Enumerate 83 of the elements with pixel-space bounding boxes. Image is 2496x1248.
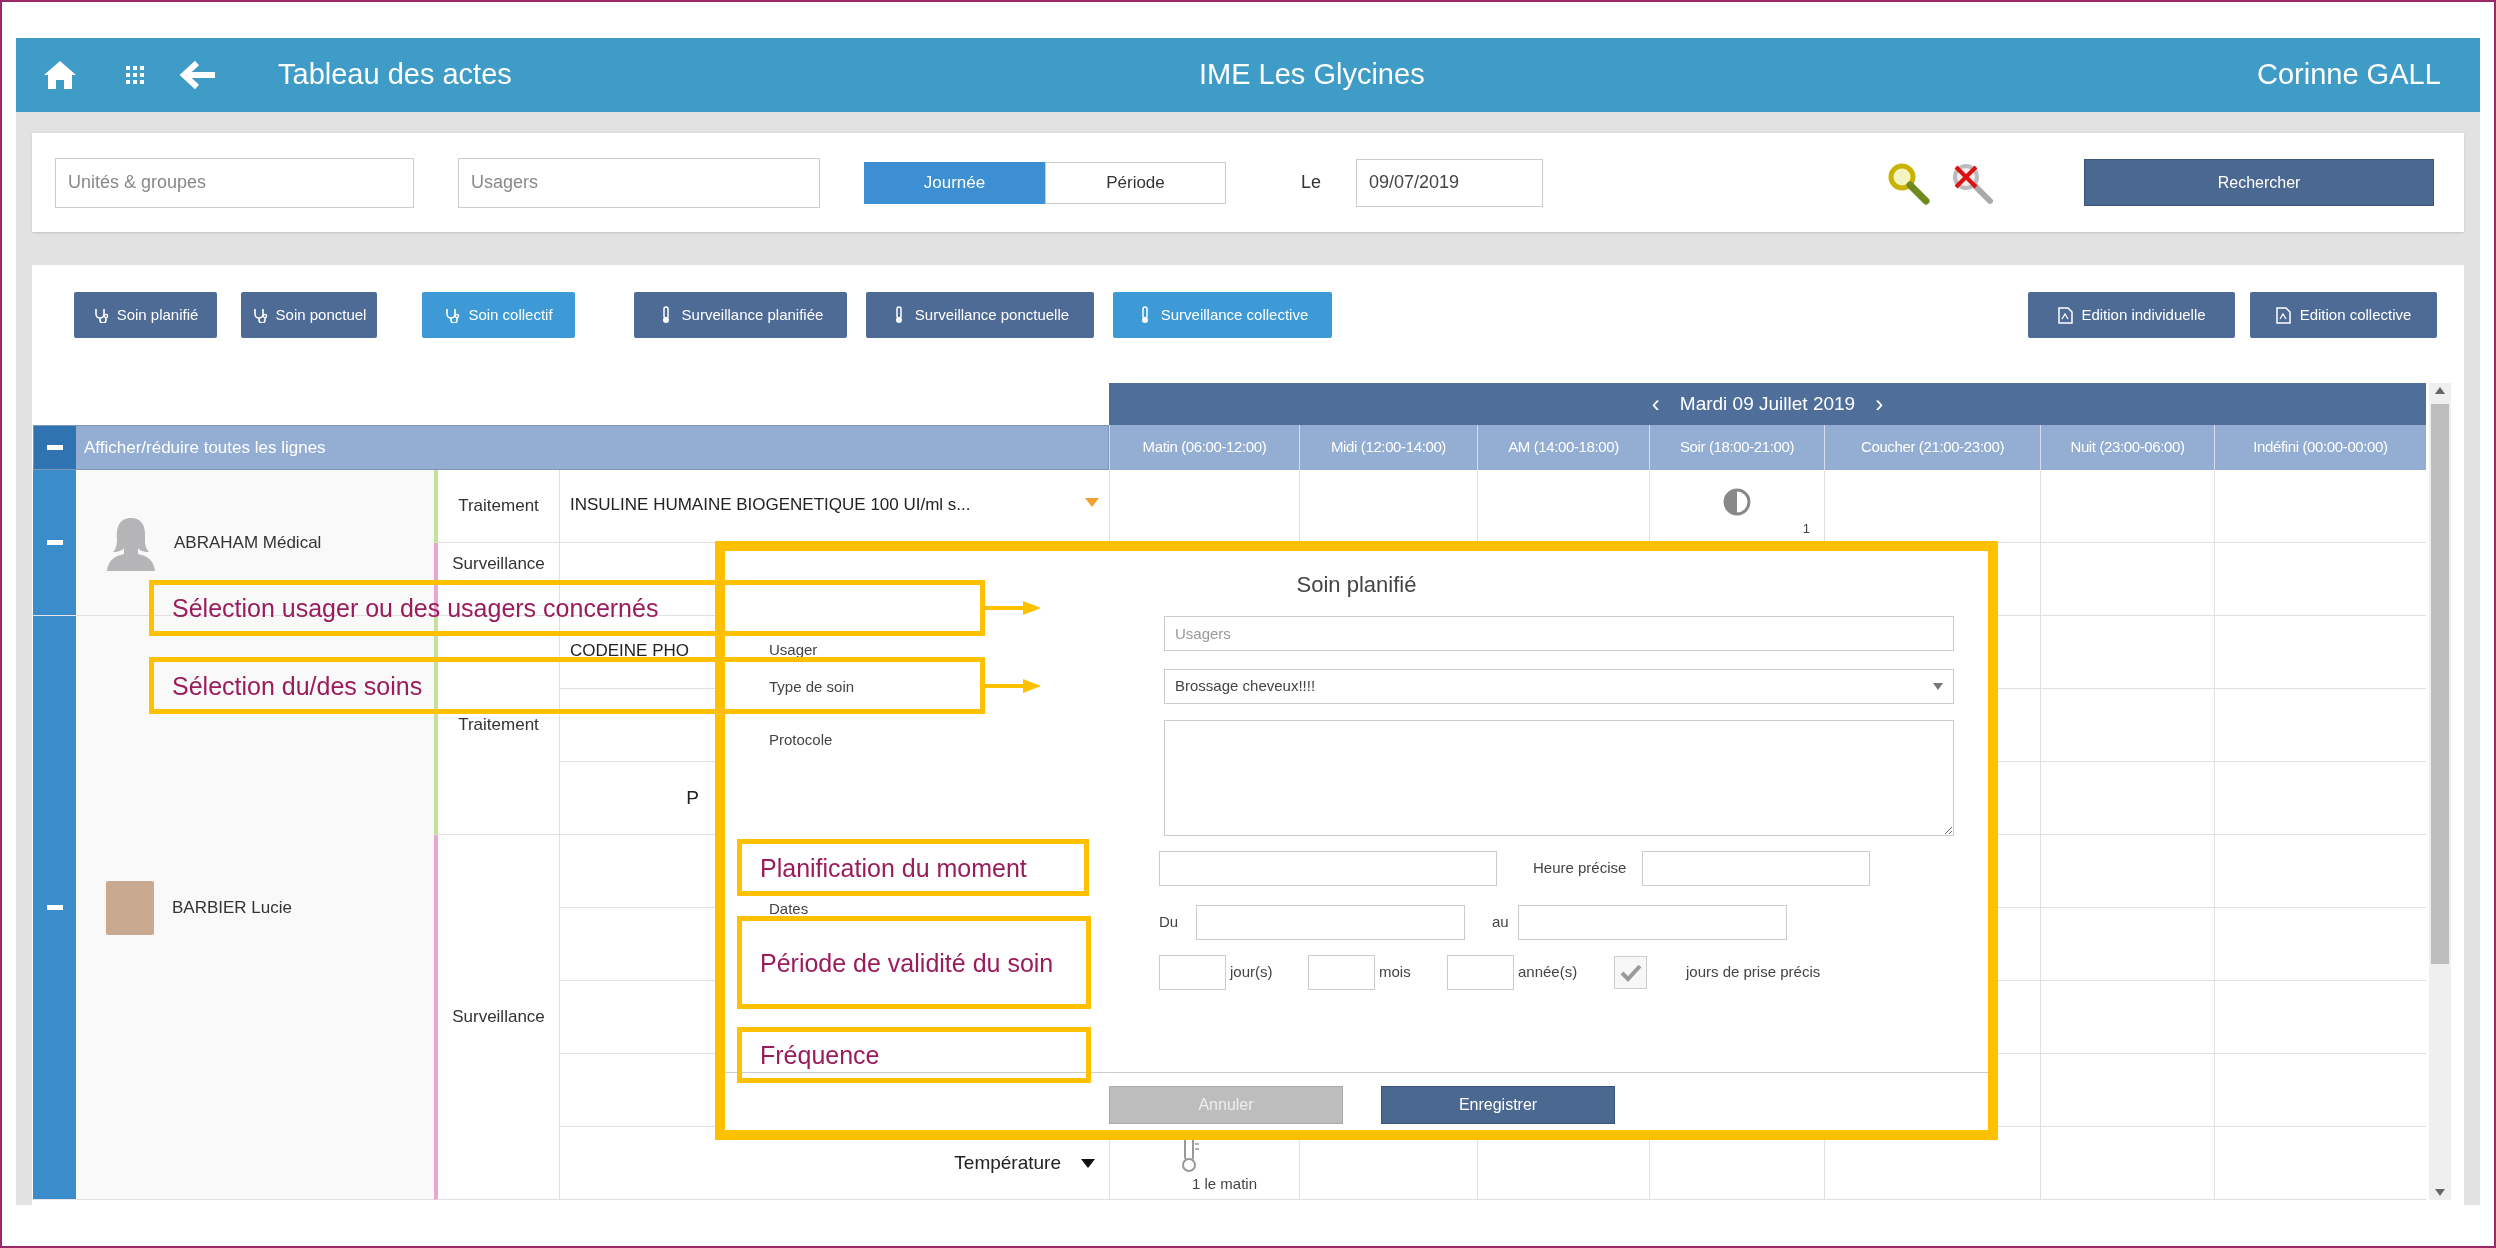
checkmark-icon [1619,963,1642,982]
category-label: Surveillance [452,1006,545,1029]
field-label: Protocole [769,731,833,748]
scroll-down-icon[interactable] [2435,1189,2445,1196]
frequency-field[interactable] [1159,955,1226,990]
toolbar-button[interactable]: Soin planifié [74,292,217,338]
collapse-all-button[interactable] [34,426,76,469]
minus-icon [46,904,63,911]
stethoscope-icon [444,306,461,324]
start-date-field[interactable] [1196,904,1465,940]
mode-tab[interactable]: Période [1045,161,1226,204]
half-circle-icon[interactable] [1722,487,1752,517]
date-field[interactable]: 09/07/2019 [1356,158,1544,207]
document-icon [2057,306,2074,324]
annotation-text: Planification du moment [760,852,1027,883]
checkbox[interactable] [1614,956,1647,989]
user-name[interactable]: Corinne GALL [2257,53,2441,97]
annotation-text: Fréquence [760,1040,880,1070]
frequency-field[interactable] [1308,955,1375,990]
date-label: Le [1301,171,1322,194]
annotation-text: Sélection du/des soins [172,670,423,701]
home-icon[interactable] [42,59,78,91]
item-label: CODEINE PHO [570,640,690,662]
dropdown-caret-icon[interactable] [1081,1158,1095,1168]
save-button[interactable]: Enregistrer [1381,1086,1615,1124]
scrollbar-thumb[interactable] [2431,404,2449,964]
annotation-text: Période de validité du soin [760,947,1054,978]
moment-field[interactable] [1159,851,1497,886]
establishment-name: IME Les Glycines [1199,57,1426,93]
minus-icon [46,539,63,546]
field-label: Heure précise [1533,858,1627,879]
patient-name: BARBIER Lucie [172,896,292,919]
category-label: Surveillance [452,553,545,575]
apps-grid-icon[interactable] [125,65,145,85]
scrollbar[interactable] [2429,383,2451,1200]
dose-count: 1 [1802,519,1810,538]
item-label: INSULINE HUMAINE BIOGENETIQUE 100 UI/ml s... [570,494,971,516]
minus-icon [47,444,63,451]
document-icon [2275,306,2292,324]
stethoscope-icon [251,306,268,324]
toolbar-button[interactable]: Soin collectif [422,292,575,338]
mode-tab[interactable]: Journée [864,161,1045,204]
users-field[interactable]: Usagers [458,157,820,208]
time-field[interactable] [1642,851,1871,886]
patient-name: ABRAHAM Médical [174,531,322,554]
annotation-text: Sélection usager ou des usagers concernés [172,593,659,623]
field-label: Usager [769,641,818,658]
toolbar-button[interactable]: Surveillance planifiée [634,292,847,338]
units-field[interactable]: Unités & groupes [55,157,414,208]
end-date-field[interactable] [1518,904,1787,940]
category-label: Traitement [458,714,539,737]
care-type-select[interactable]: Brossage cheveux!!!! [1164,669,1954,704]
next-day-button[interactable]: › [1875,392,1884,416]
toolbar-button[interactable]: Soin ponctuel [241,292,377,338]
previous-day-button[interactable]: ‹ [1651,392,1660,416]
item-label: Température [954,1150,1061,1175]
checkbox-label: jours de prise précis [1686,962,1821,983]
measure-count: 1 le matin [1191,1173,1257,1194]
unit-label: année(s) [1517,962,1579,983]
item-label: P [686,785,699,810]
back-arrow-icon[interactable] [179,59,217,91]
page-title: Tableau des actes [278,57,512,93]
user-field[interactable]: Usagers [1164,616,1954,651]
unit-label: jour(s) [1228,962,1274,983]
toolbar-button[interactable]: Surveillance ponctuelle [866,292,1094,338]
toolbar-button[interactable]: Surveillance collective [1113,292,1332,338]
field-label: Du [1159,911,1180,932]
select-value: Brossage cheveux!!!! [1175,676,1316,697]
unit-label: mois [1378,962,1412,983]
category-label: Traitement [458,495,539,518]
date-title: Mardi 09 Juillet 2019 [1679,391,1856,416]
toggle-all-label: Afficher/réduire toutes les lignes [83,436,326,459]
toolbar-button[interactable]: Edition collective [2250,292,2437,338]
search-button[interactable]: Rechercher [2084,159,2435,206]
stethoscope-icon [92,306,109,324]
toolbar-button[interactable]: Edition individuelle [2028,292,2235,338]
dialog-title: Soin planifié [1295,571,1418,599]
frequency-field[interactable] [1447,955,1514,990]
protocol-field[interactable] [1164,720,1954,836]
field-label: Type de soin [769,677,855,695]
field-label: au [1492,911,1510,932]
field-label: Dates [769,900,809,917]
scroll-up-icon[interactable] [2435,387,2445,394]
